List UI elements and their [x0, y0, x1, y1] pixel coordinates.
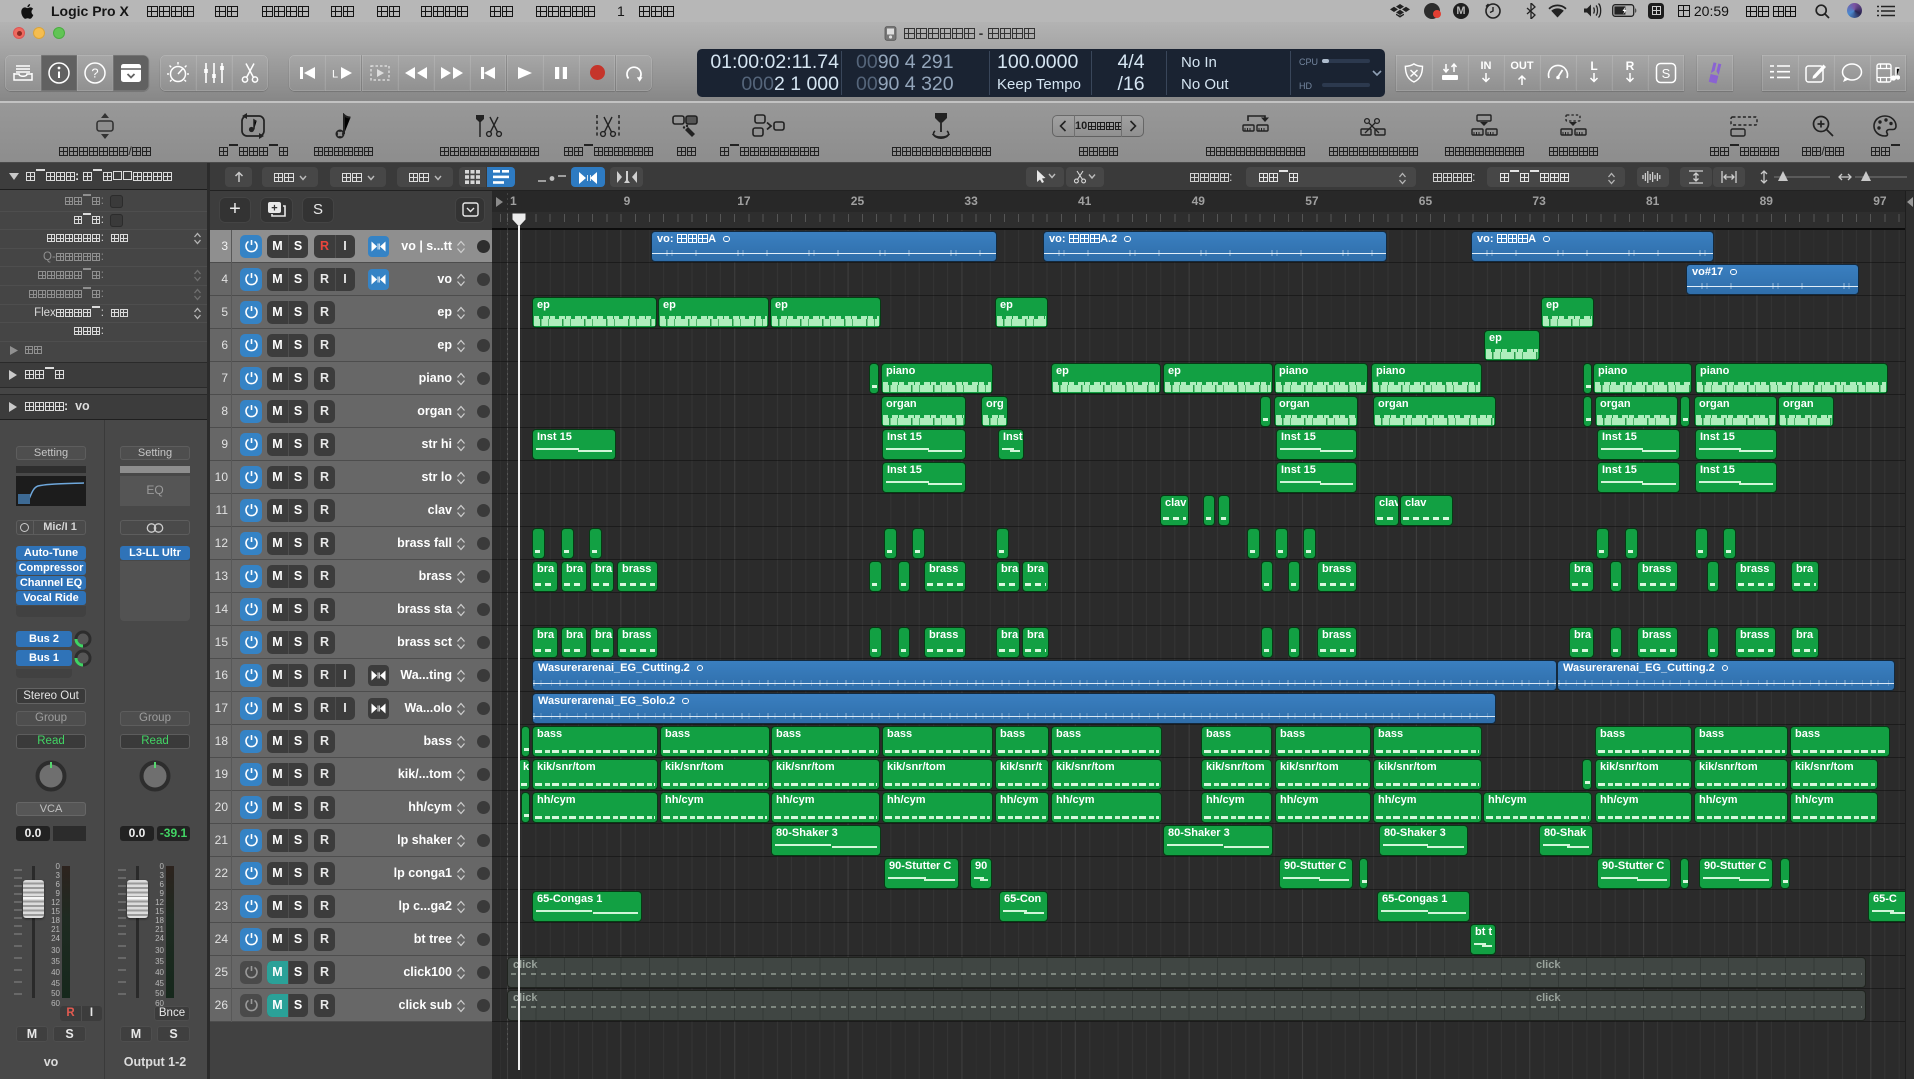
svg-text:?: ?: [91, 66, 98, 81]
svg-text:+: +: [271, 203, 277, 215]
svg-text:L: L: [332, 69, 338, 81]
svg-text:S: S: [1662, 66, 1671, 81]
